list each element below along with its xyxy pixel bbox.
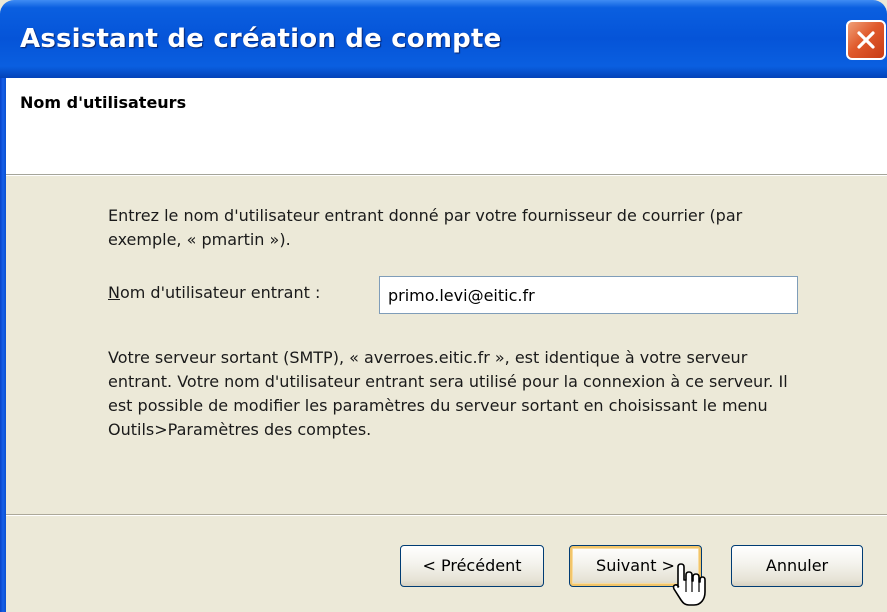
username-input[interactable] (379, 276, 798, 314)
close-icon (857, 31, 875, 49)
previous-button[interactable]: < Précédent (400, 545, 544, 587)
smtp-info-text: Votre serveur sortant (SMTP), « averroes… (108, 348, 788, 439)
hand-pointer-cursor-icon (672, 563, 706, 606)
window-title: Assistant de création de compte (20, 24, 502, 54)
page-title: Nom d'utilisateurs (20, 93, 187, 112)
account-wizard-window: Assistant de création de compte Nom d'ut… (0, 0, 887, 612)
username-label: Nom d'utilisateur entrant : (108, 283, 320, 302)
username-label-text: om d'utilisateur entrant : (119, 283, 321, 302)
title-bar[interactable]: Assistant de création de compte (0, 0, 887, 78)
intro-text: Entrez le nom d'utilisateur entrant donn… (108, 206, 743, 249)
footer-divider-highlight (6, 515, 887, 516)
wizard-header-panel: Nom d'utilisateurs (6, 78, 887, 175)
header-divider (6, 175, 887, 176)
cancel-button[interactable]: Annuler (731, 545, 863, 587)
username-label-accelerator: N (108, 283, 120, 302)
close-button[interactable] (846, 20, 886, 60)
